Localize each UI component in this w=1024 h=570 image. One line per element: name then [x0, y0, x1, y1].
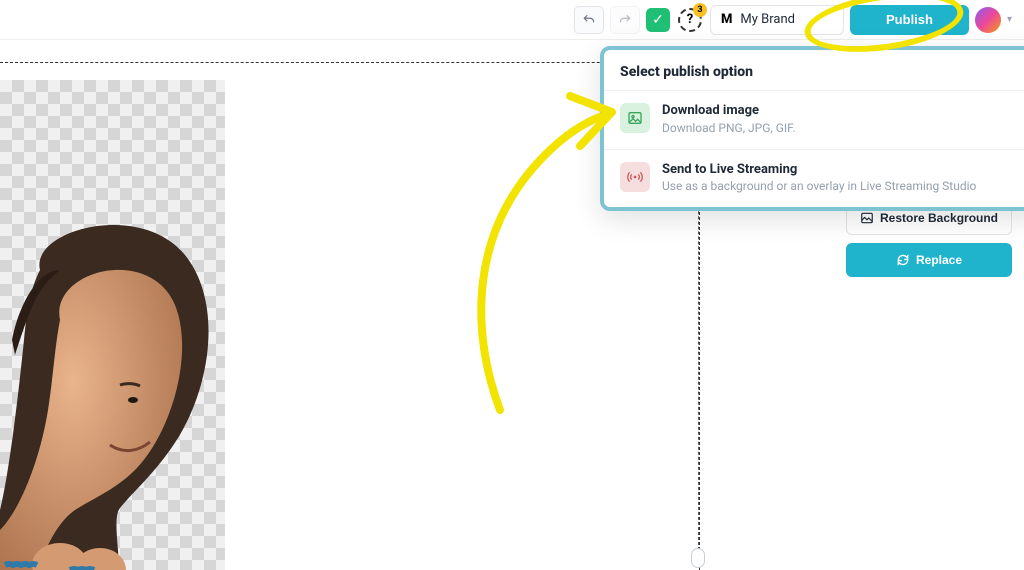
image-icon — [860, 211, 874, 225]
avatar[interactable] — [975, 7, 1001, 33]
replace-label: Replace — [916, 253, 962, 267]
replace-button[interactable]: Replace — [846, 243, 1012, 277]
publish-option-download[interactable]: Download image Download PNG, JPG, GIF. — [604, 90, 1024, 149]
portrait-image — [0, 210, 225, 570]
publish-option-title: Send to Live Streaming — [662, 162, 976, 178]
publish-option-live[interactable]: Send to Live Streaming Use as a backgrou… — [604, 149, 1024, 208]
broadcast-icon — [620, 162, 650, 192]
publish-popup: Select publish option Download image Dow… — [600, 46, 1024, 211]
chevron-down-icon[interactable]: ▾ — [1007, 14, 1012, 25]
publish-option-subtitle: Download PNG, JPG, GIF. — [662, 121, 796, 135]
top-bar: ✓ ? 3 M My Brand Publish ▾ — [0, 0, 1024, 40]
guide-handle[interactable] — [691, 548, 705, 568]
help-button[interactable]: ? 3 — [676, 6, 704, 34]
help-badge: 3 — [693, 3, 707, 17]
image-icon — [620, 103, 650, 133]
brand-name: My Brand — [740, 12, 795, 27]
publish-option-subtitle: Use as a background or an overlay in Liv… — [662, 179, 976, 193]
restore-background-label: Restore Background — [880, 211, 998, 225]
redo-icon — [618, 13, 632, 27]
refresh-icon — [896, 253, 910, 267]
publish-button[interactable]: Publish — [850, 5, 969, 35]
redo-button[interactable] — [610, 6, 640, 34]
brand-selector[interactable]: M My Brand — [710, 5, 844, 35]
saved-check-icon: ✓ — [646, 8, 670, 32]
transparency-checker — [0, 80, 225, 570]
undo-icon — [582, 13, 596, 27]
publish-popup-title: Select publish option — [604, 60, 1024, 90]
undo-button[interactable] — [574, 6, 604, 34]
brand-initial: M — [721, 12, 732, 27]
publish-option-title: Download image — [662, 103, 796, 119]
